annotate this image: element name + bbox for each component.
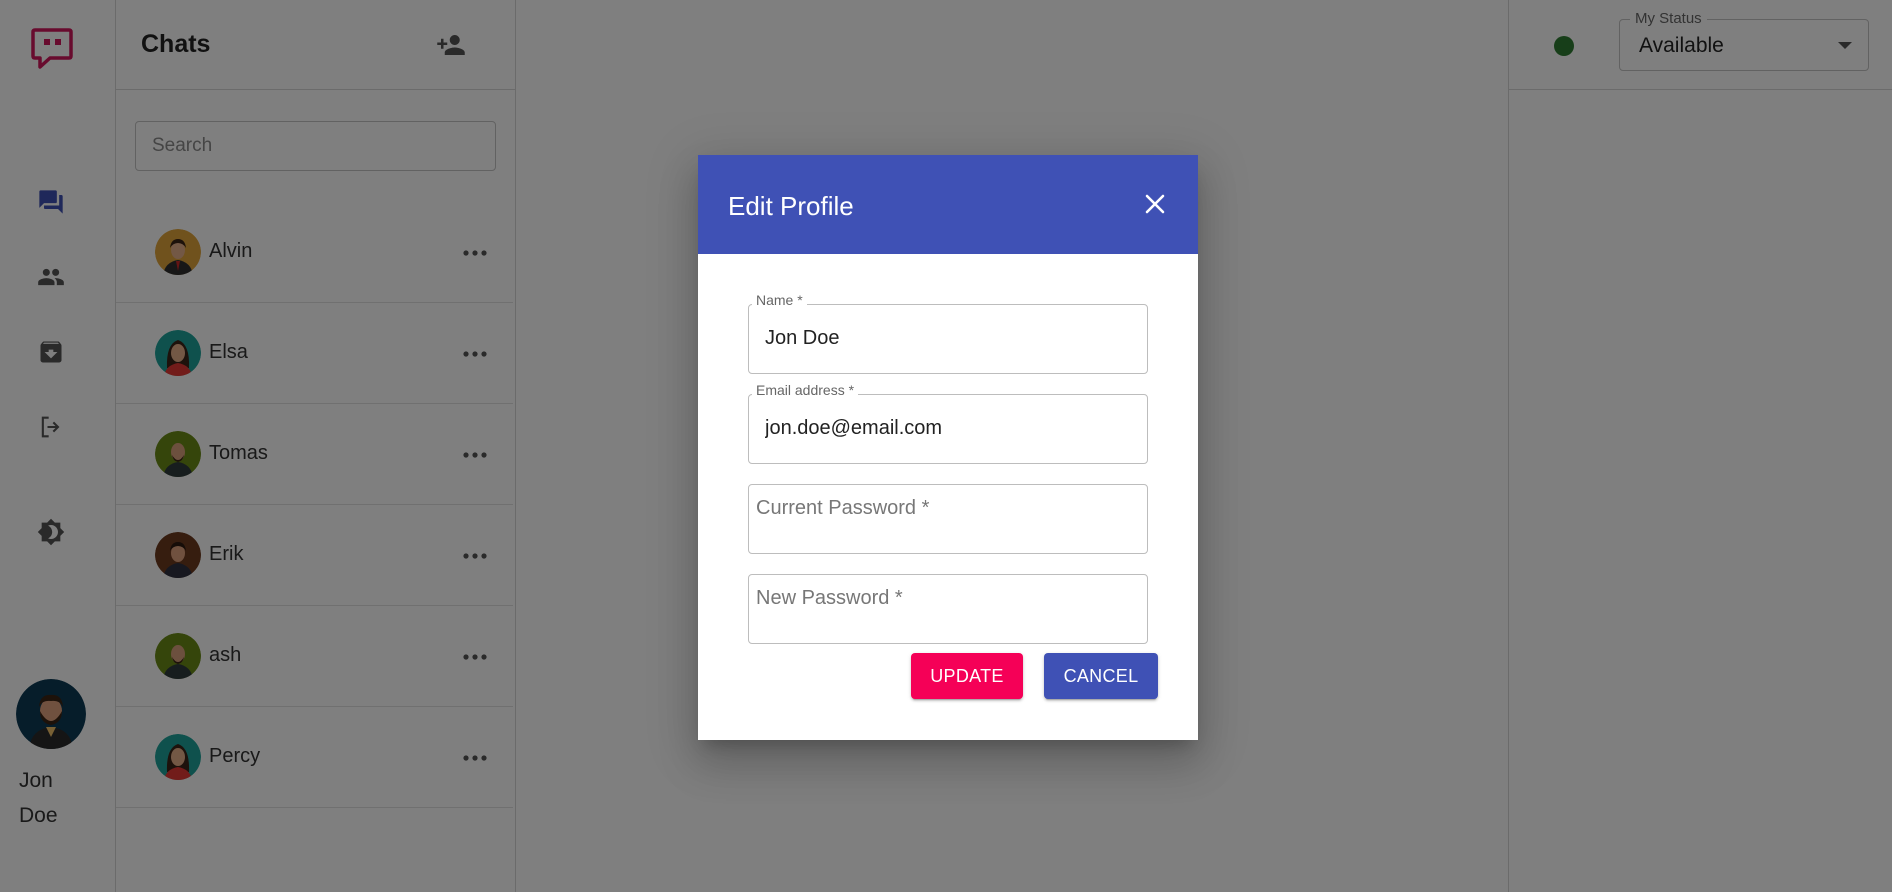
close-icon[interactable] — [1138, 187, 1172, 221]
name-label: Name * — [752, 292, 807, 308]
current-password-input[interactable] — [756, 497, 1116, 520]
new-password-field[interactable] — [748, 574, 1148, 644]
update-button[interactable]: UPDATE — [911, 653, 1023, 699]
new-password-input[interactable] — [756, 587, 1116, 610]
dialog-header: Edit Profile — [698, 155, 1198, 254]
email-field[interactable]: Email address * — [748, 382, 1148, 464]
name-input[interactable] — [765, 327, 1125, 350]
email-input[interactable] — [765, 417, 1125, 440]
cancel-button[interactable]: CANCEL — [1044, 653, 1158, 699]
email-label: Email address * — [752, 382, 859, 398]
edit-profile-dialog: Edit Profile Name * Email address * UPDA… — [698, 155, 1198, 740]
current-password-field[interactable] — [748, 484, 1148, 554]
name-field[interactable]: Name * — [748, 292, 1148, 374]
dialog-title: Edit Profile — [728, 191, 854, 221]
